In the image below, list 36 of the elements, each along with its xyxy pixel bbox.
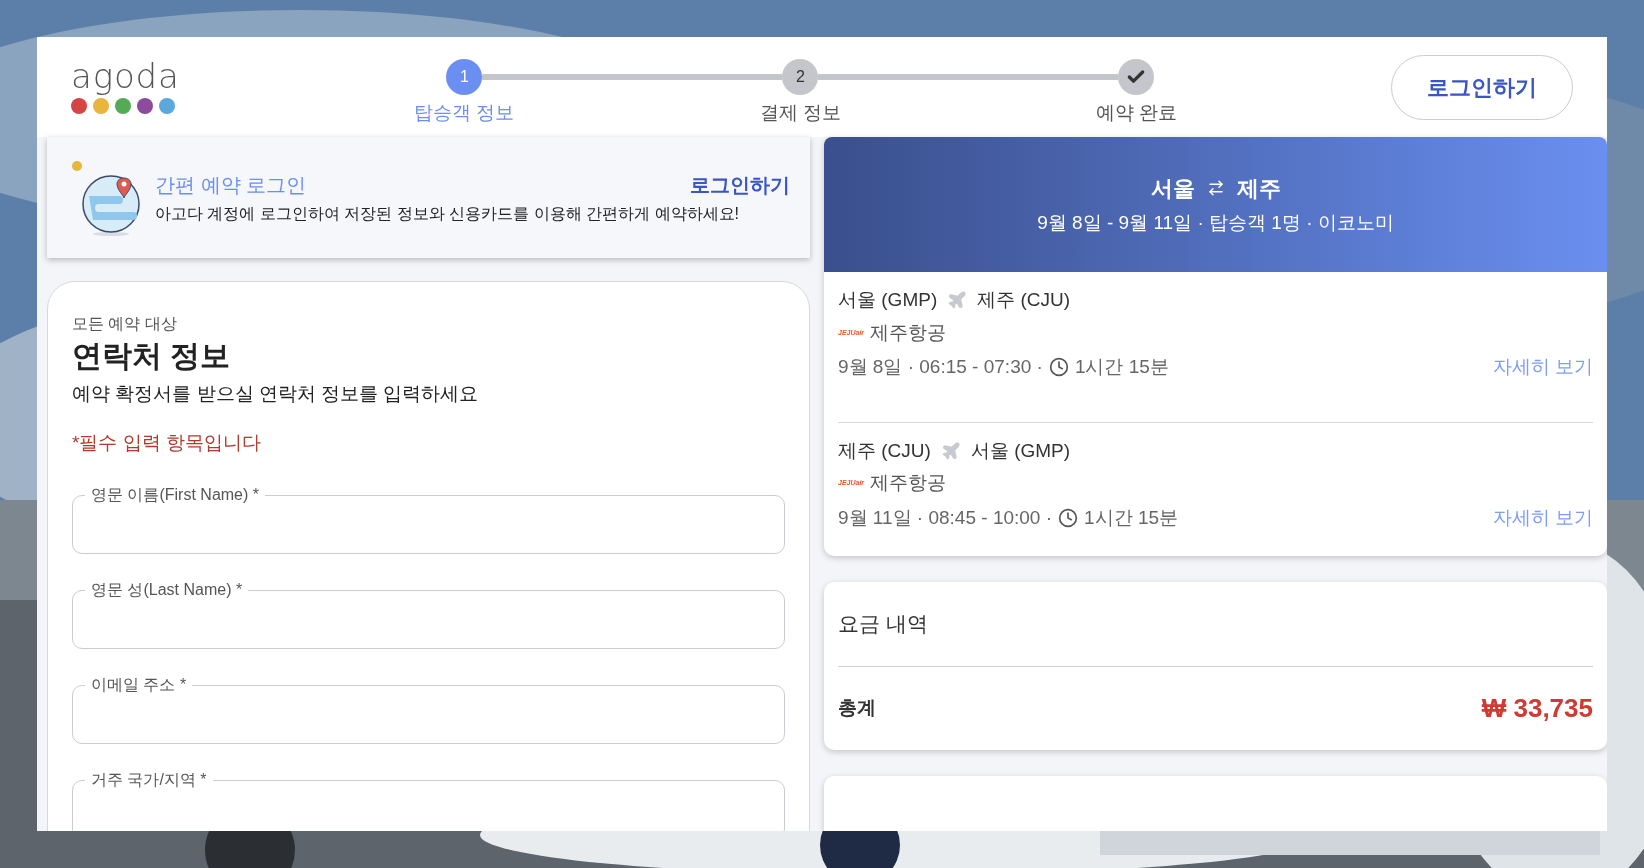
step-indicator: 2 — [782, 59, 819, 95]
price-title: 요금 내역 — [838, 612, 928, 635]
flight-duration: 1시간 15분 — [1074, 355, 1169, 379]
card-subtitle: 예약 확정서를 받으실 연락처 정보를 입력하세요 — [72, 382, 480, 406]
departure-airport: 서울 (GMP) — [838, 288, 938, 312]
flight-schedule: 9월 11일 · 08:45 - 10:00 · — [838, 505, 1053, 530]
round-trip-icon — [1206, 179, 1225, 198]
total-price: ₩ 33,735 — [1481, 691, 1593, 725]
origin-city: 서울 — [1150, 174, 1195, 203]
airline-name: 제주항공 — [870, 471, 947, 495]
plane-icon — [947, 290, 968, 311]
banner-description: 아고다 계정에 로그인하여 저장된 정보와 신용카드를 이용해 간편하게 예약하세요! — [155, 203, 740, 224]
destination-city: 제주 — [1236, 174, 1281, 203]
clock-icon — [1058, 507, 1079, 528]
logo-dots-icon — [71, 97, 175, 115]
arrival-airport: 서울 (GMP) — [970, 438, 1071, 463]
banner-title: 간편 예약 로그인 — [155, 172, 307, 198]
flight-duration: 1시간 15분 — [1084, 505, 1179, 530]
login-button[interactable]: 로그인하기 — [1391, 54, 1573, 120]
step-label: 탑승객 정보 — [414, 101, 515, 125]
card-title: 연락처 정보 — [72, 338, 232, 374]
total-label: 총계 — [838, 695, 876, 720]
card-eyebrow: 모든 예약 대상 — [72, 314, 178, 334]
logo-wordmark: agoda — [71, 59, 180, 93]
required-note: *필수 입력 항목입니다 — [72, 430, 262, 455]
trip-details: 9월 8일 - 9월 11일 · 탑승객 1명 · 이코노미 — [1037, 210, 1394, 235]
step-label: 결제 정보 — [759, 101, 841, 125]
airline-name: 제주항공 — [870, 320, 947, 345]
flight-schedule: 9월 8일 · 06:15 - 07:30 · — [838, 355, 1043, 379]
banner-login-link[interactable]: 로그인하기 — [690, 169, 790, 200]
arrival-airport: 제주 (CJU) — [977, 288, 1071, 312]
step-indicator: 1 — [446, 59, 483, 95]
departure-airport: 제주 (CJU) — [838, 438, 931, 463]
step-label: 예약 완료 — [1095, 101, 1177, 125]
plane-icon — [940, 440, 961, 461]
clock-icon — [1048, 357, 1069, 378]
